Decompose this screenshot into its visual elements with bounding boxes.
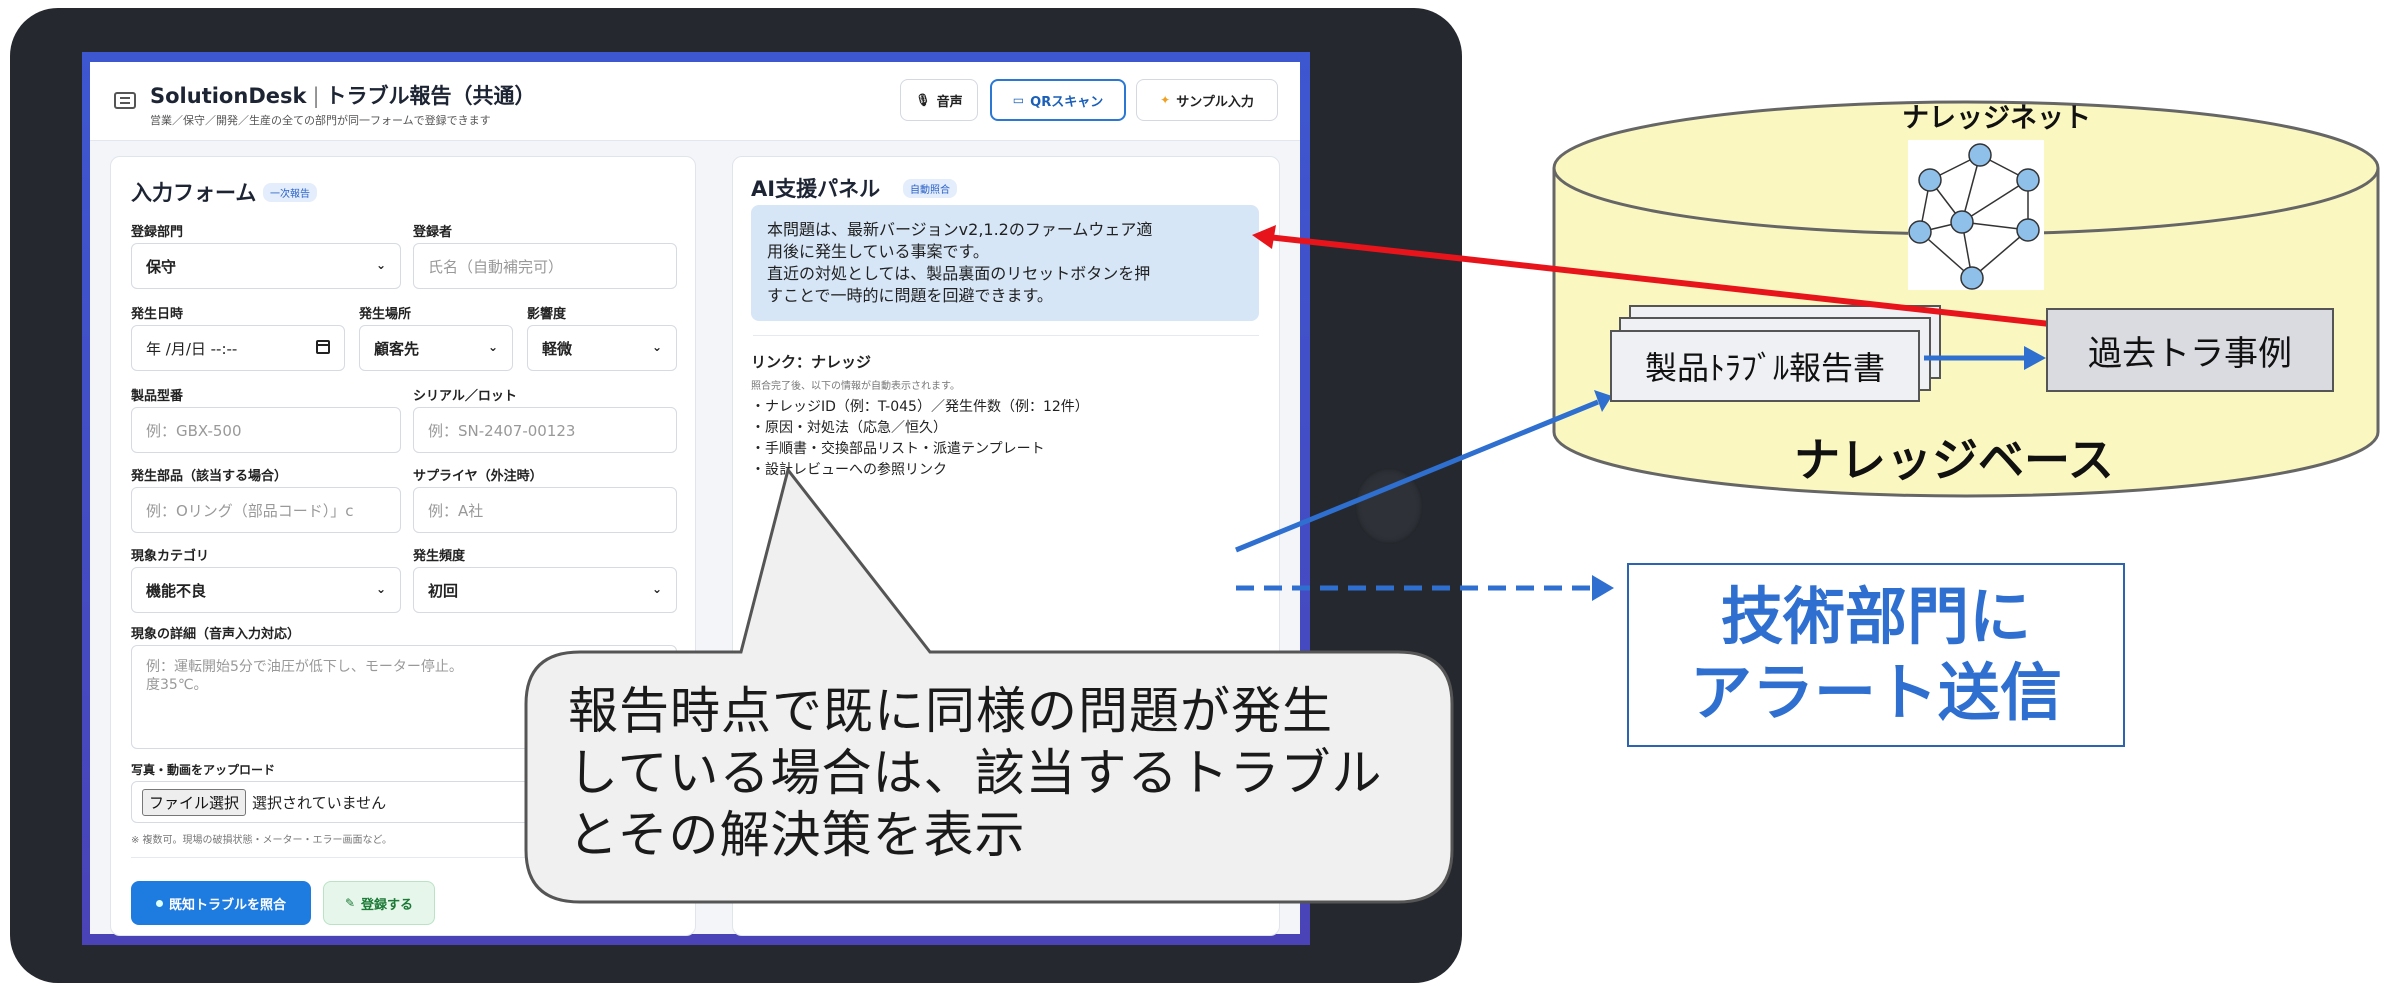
knowledge-net-label: ナレッジネット bbox=[1902, 103, 2091, 134]
past-trouble-cases-box: 過去トラ事例 bbox=[2046, 308, 2334, 392]
knowledge-base-diagram bbox=[1235, 100, 2380, 601]
alert-box: 技術部門に アラート送信 bbox=[1627, 563, 2125, 747]
knowledge-base-label: ナレッジベース bbox=[1794, 433, 2114, 487]
trouble-report-document: 製品ﾄﾗﾌﾞﾙ報告書 bbox=[1610, 330, 1920, 402]
trouble-report-label: 製品ﾄﾗﾌﾞﾙ報告書 bbox=[1644, 349, 1885, 387]
alert-line: アラート送信 bbox=[1689, 656, 2062, 729]
alert-line: 技術部門に bbox=[1720, 580, 2031, 653]
tablet-to-report-arrow bbox=[1235, 399, 1599, 553]
past-trouble-cases-label: 過去トラ事例 bbox=[2088, 333, 2292, 374]
